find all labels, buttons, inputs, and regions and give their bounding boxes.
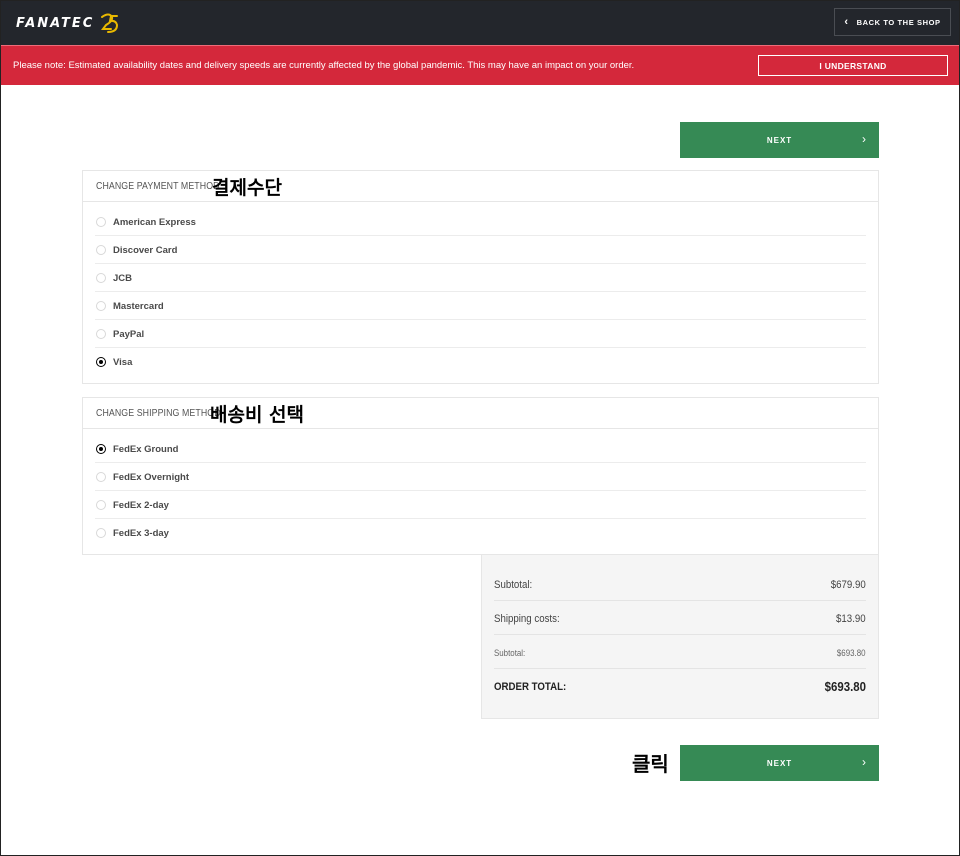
order-total-value: $693.80: [824, 679, 866, 694]
radio-button-selected[interactable]: [96, 444, 106, 454]
subtotal-with-shipping-row: Subtotal: $693.80: [494, 635, 866, 669]
radio-button[interactable]: [96, 472, 106, 482]
shipping-costs-value: $13.90: [836, 613, 866, 625]
order-summary: Subtotal: $679.90 Shipping costs: $13.90…: [481, 555, 879, 719]
payment-option-label: Visa: [113, 357, 133, 368]
subtotal-label: Subtotal:: [494, 579, 533, 591]
shipping-option[interactable]: FedEx 3-day: [95, 519, 866, 547]
radio-button[interactable]: [96, 217, 106, 227]
logo-25-icon: [101, 13, 119, 33]
shipping-option-label: FedEx Overnight: [113, 472, 190, 483]
payment-option-label: Discover Card: [113, 245, 178, 256]
shipping-annotation: 배송비 선택: [210, 404, 305, 426]
shipping-panel-title: CHANGE SHIPPING METHOD: [96, 408, 221, 419]
shipping-option[interactable]: FedEx Overnight: [95, 463, 866, 491]
payment-panel-title: CHANGE PAYMENT METHOD: [96, 181, 220, 192]
subtotal-with-shipping-label: Subtotal:: [494, 648, 526, 658]
shipping-option[interactable]: FedEx 2-day: [95, 491, 866, 519]
shipping-option-label: FedEx 2-day: [113, 500, 169, 511]
chevron-left-icon: ‹: [844, 16, 849, 28]
chevron-right-icon: ›: [862, 755, 867, 769]
payment-option[interactable]: JCB: [95, 264, 866, 292]
next-button-bottom[interactable]: NEXT ›: [680, 745, 879, 781]
payment-option-label: Mastercard: [113, 301, 164, 312]
payment-option[interactable]: Discover Card: [95, 236, 866, 264]
shipping-option[interactable]: FedEx Ground: [95, 435, 866, 463]
pandemic-notice-banner: Please note: Estimated availability date…: [0, 45, 960, 85]
banner-message: Please note: Estimated availability date…: [13, 60, 635, 71]
top-navigation-bar: FANATEC ‹ BACK TO THE SHOP: [0, 0, 960, 45]
subtotal-with-shipping-value: $693.80: [837, 648, 866, 658]
fanatec-logo[interactable]: FANATEC: [16, 10, 121, 36]
chevron-right-icon: ›: [862, 132, 867, 146]
radio-button[interactable]: [96, 301, 106, 311]
click-annotation: 클릭: [632, 752, 669, 776]
radio-button[interactable]: [96, 245, 106, 255]
next-label: NEXT: [766, 135, 793, 145]
payment-option-label: PayPal: [113, 329, 145, 340]
order-total-label: ORDER TOTAL:: [494, 681, 567, 693]
shipping-panel-header: CHANGE SHIPPING METHOD: [83, 398, 878, 429]
radio-button-selected[interactable]: [96, 357, 106, 367]
subtotal-value: $679.90: [831, 579, 866, 591]
radio-button[interactable]: [96, 273, 106, 283]
payment-option[interactable]: Mastercard: [95, 292, 866, 320]
payment-options-list: American Express Discover Card JCB Maste…: [83, 202, 878, 376]
radio-button[interactable]: [96, 329, 106, 339]
payment-annotation: 결제수단: [212, 177, 282, 199]
payment-option-label: American Express: [113, 217, 196, 228]
payment-option[interactable]: American Express: [95, 208, 866, 236]
back-to-shop-label: BACK TO THE SHOP: [856, 17, 941, 27]
subtotal-row: Subtotal: $679.90: [494, 567, 866, 601]
next-button-top[interactable]: NEXT ›: [680, 122, 879, 158]
payment-panel-header: CHANGE PAYMENT METHOD: [83, 171, 878, 202]
radio-button[interactable]: [96, 528, 106, 538]
payment-option[interactable]: Visa: [95, 348, 866, 376]
i-understand-button[interactable]: I UNDERSTAND: [758, 55, 948, 76]
payment-option-label: JCB: [113, 273, 133, 284]
logo-text: FANATEC: [16, 15, 95, 31]
payment-option[interactable]: PayPal: [95, 320, 866, 348]
shipping-option-label: FedEx Ground: [113, 444, 179, 455]
shipping-costs-row: Shipping costs: $13.90: [494, 601, 866, 635]
shipping-option-label: FedEx 3-day: [113, 528, 169, 539]
shipping-method-panel: CHANGE SHIPPING METHOD FedEx Ground FedE…: [82, 397, 879, 555]
next-label: NEXT: [766, 758, 793, 768]
shipping-costs-label: Shipping costs:: [494, 613, 560, 625]
shipping-options-list: FedEx Ground FedEx Overnight FedEx 2-day…: [83, 429, 878, 547]
order-total-row: ORDER TOTAL: $693.80: [494, 669, 866, 703]
back-to-shop-button[interactable]: ‹ BACK TO THE SHOP: [834, 8, 951, 36]
radio-button[interactable]: [96, 500, 106, 510]
payment-method-panel: CHANGE PAYMENT METHOD American Express D…: [82, 170, 879, 384]
